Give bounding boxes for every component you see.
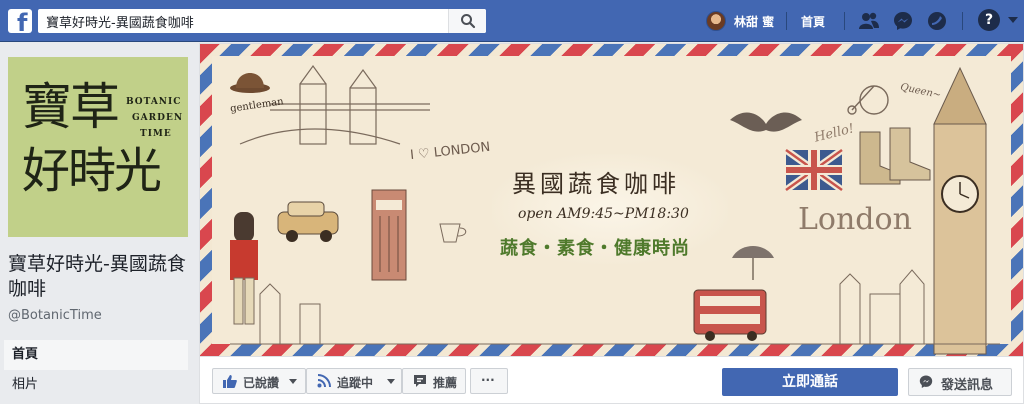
more-options-button[interactable]: ··· bbox=[470, 368, 508, 394]
call-now-button[interactable]: 立即通話 bbox=[722, 368, 898, 396]
umbrella-drawing bbox=[732, 246, 774, 280]
profile-picture-text-line1: 寶草 bbox=[22, 78, 120, 136]
search-bar[interactable]: 寶草好時光-異國蔬食咖啡 bbox=[38, 9, 486, 33]
facebook-logo-letter: f bbox=[17, 9, 28, 33]
search-input[interactable]: 寶草好時光-異國蔬食咖啡 bbox=[46, 12, 194, 31]
penny-farthing-drawing bbox=[847, 85, 889, 115]
messenger-icon[interactable] bbox=[892, 10, 914, 32]
user-avatar bbox=[706, 11, 726, 31]
search-icon bbox=[461, 14, 476, 29]
cover-subtitle: 蔬食・素食・健康時尚 bbox=[500, 238, 690, 259]
top-navigation-bar: f 寶草好時光-異國蔬食咖啡 林甜 蜜 首頁 ? bbox=[0, 0, 1024, 42]
recommend-label: 推薦 bbox=[433, 376, 458, 390]
divider bbox=[962, 12, 963, 30]
send-message-button[interactable]: 發送訊息 bbox=[908, 368, 1012, 396]
following-label: 追蹤中 bbox=[337, 376, 374, 390]
page-nav: 首頁 相片 bbox=[4, 340, 188, 400]
speech-bubble-icon bbox=[414, 375, 426, 387]
rain-boots-drawing bbox=[859, 127, 931, 185]
user-name: 林甜 蜜 bbox=[734, 15, 775, 29]
send-message-label: 發送訊息 bbox=[941, 378, 994, 393]
cover-title: 異國蔬食咖啡 bbox=[512, 170, 680, 198]
double-decker-bus-drawing bbox=[693, 289, 767, 341]
teacup-drawing bbox=[439, 223, 467, 243]
friend-requests-icon[interactable] bbox=[858, 10, 880, 32]
help-icon[interactable]: ? bbox=[978, 9, 1000, 31]
phone-box-drawing bbox=[371, 189, 407, 281]
london-skyline-drawing bbox=[230, 269, 1000, 345]
search-button[interactable] bbox=[448, 9, 486, 33]
liked-button[interactable]: 已說讚 bbox=[212, 368, 306, 394]
recommend-button[interactable]: 推薦 bbox=[402, 368, 466, 394]
guard-drawing bbox=[230, 212, 258, 325]
cover-london-text: London bbox=[798, 202, 912, 237]
bowler-hat-drawing bbox=[230, 73, 270, 93]
page-action-bar: 已說讚 追蹤中 推薦 ··· bbox=[199, 357, 1024, 404]
nav-item-home[interactable]: 首頁 bbox=[4, 340, 188, 370]
mustache-drawing bbox=[730, 112, 802, 132]
cover-photo[interactable]: 異國蔬食咖啡 open AM9:45~PM18:30 蔬食・素食・健康時尚 Lo… bbox=[199, 43, 1024, 357]
thumbs-up-icon bbox=[223, 375, 237, 388]
account-menu-caret-icon[interactable] bbox=[1008, 17, 1018, 23]
profile-picture-en-1: BOTANIC bbox=[126, 97, 182, 107]
page-username[interactable]: @BotanicTime bbox=[8, 308, 102, 323]
facebook-logo-icon[interactable]: f bbox=[8, 9, 32, 33]
cover-hours: open AM9:45~PM18:30 bbox=[518, 206, 689, 222]
following-button[interactable]: 追蹤中 bbox=[306, 368, 402, 394]
page-title[interactable]: 寶草好時光-異國蔬食咖啡 bbox=[8, 252, 198, 302]
union-jack-flag-drawing bbox=[783, 147, 845, 193]
divider bbox=[786, 12, 787, 30]
notifications-icon[interactable] bbox=[926, 10, 948, 32]
liked-label: 已說讚 bbox=[243, 376, 280, 390]
more-options-label: ··· bbox=[481, 373, 495, 387]
home-link[interactable]: 首頁 bbox=[801, 13, 825, 30]
messenger-icon bbox=[919, 375, 933, 388]
chevron-down-icon bbox=[289, 379, 297, 384]
profile-picture[interactable]: 寶草 好時光 BOTANIC GARDEN TIME bbox=[8, 57, 188, 237]
rss-icon bbox=[317, 374, 331, 388]
profile-picture-en-2: GARDEN bbox=[132, 113, 184, 123]
chevron-down-icon bbox=[387, 379, 395, 384]
profile-picture-text-line2: 好時光 bbox=[22, 143, 162, 199]
nav-item-photos[interactable]: 相片 bbox=[4, 370, 188, 400]
big-ben-drawing bbox=[933, 66, 987, 355]
profile-picture-en-3: TIME bbox=[140, 129, 172, 139]
divider bbox=[844, 12, 845, 30]
taxi-drawing bbox=[277, 201, 339, 242]
